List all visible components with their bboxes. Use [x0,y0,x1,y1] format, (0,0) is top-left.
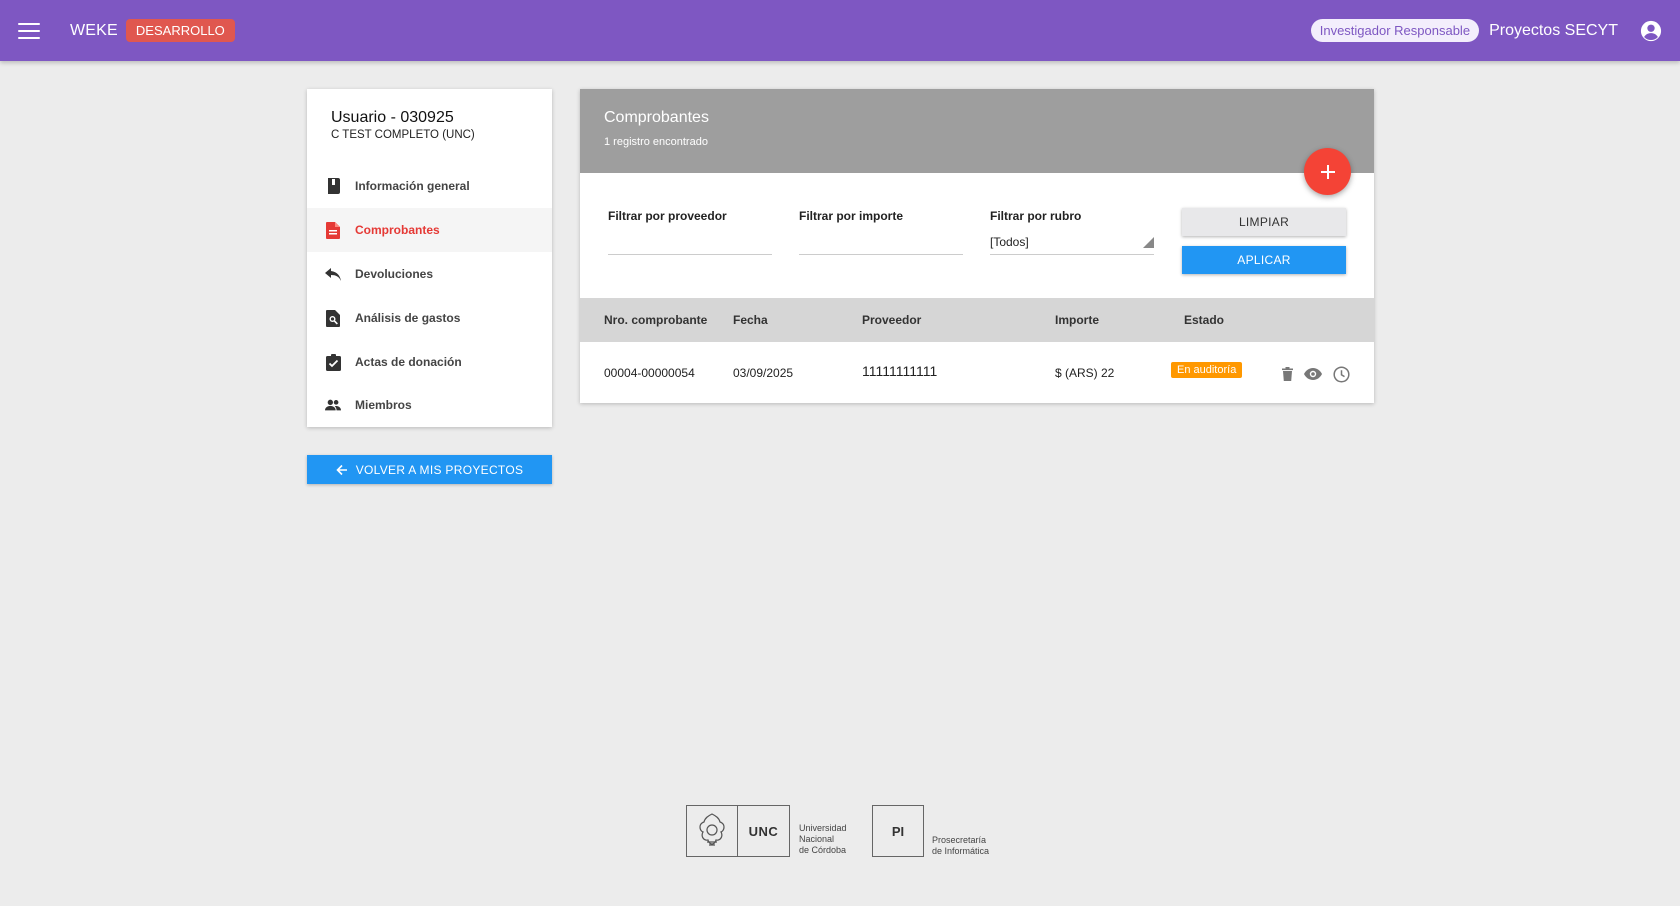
pi-name: Prosecretaría de Informática [932,835,989,857]
cell-date: 03/09/2025 [733,366,794,380]
column-header-amount: Importe [1055,313,1100,327]
column-header-date: Fecha [733,313,768,327]
back-button-label: VOLVER A MIS PROYECTOS [355,462,524,477]
unc-seal-icon [686,805,738,857]
back-to-projects-button[interactable]: VOLVER A MIS PROYECTOS [307,455,552,484]
arrow-left-icon [336,464,347,475]
unc-abbr-box: UNC [737,805,790,857]
document-icon [325,221,341,239]
apply-filters-button[interactable]: APLICAR [1182,246,1346,274]
column-header-number: Nro. comprobante [604,313,708,327]
status-badge: En auditoría [1171,362,1243,378]
category-filter-label: Filtrar por rubro [990,209,1082,223]
role-chip[interactable]: Investigador Responsable [1310,19,1480,42]
column-header-status: Estado [1184,313,1225,327]
unc-name-line-3: de Córdoba [799,845,847,855]
unc-name-line-2: Nacional [799,834,835,844]
pi-name-line-1: Prosecretaría [932,835,987,845]
sidebar-item-label: Información general [355,179,470,193]
category-filter: Filtrar por rubro [Todos] [990,209,1154,255]
card-header: Comprobantes 1 registro encontrado [580,89,1374,173]
menu-icon[interactable] [18,22,40,39]
column-header-provider: Proveedor [862,313,922,327]
view-icon[interactable] [1303,364,1323,384]
amount-filter: Filtrar por importe [799,209,963,255]
reply-icon [325,266,341,282]
amount-filter-input[interactable] [799,229,963,255]
provider-filter: Filtrar por proveedor [608,209,772,255]
pi-name-line-2: de Informática [932,846,990,856]
people-icon [325,397,341,413]
add-comprobante-button[interactable] [1304,148,1351,195]
history-icon[interactable] [1331,364,1351,384]
delete-icon[interactable] [1277,364,1297,384]
sidebar-item-informacion-general[interactable]: Información general [307,164,552,208]
comprobantes-card: Comprobantes 1 registro encontrado Filtr… [580,89,1374,403]
sidebar-item-label: Análisis de gastos [355,311,461,325]
provider-filter-label: Filtrar por proveedor [608,209,727,223]
account-icon[interactable] [1640,20,1662,42]
sidebar-item-actas-de-donacion[interactable]: Actas de donación [307,340,552,384]
provider-filter-input[interactable] [608,229,772,255]
cell-provider: 11111111111 [862,363,938,379]
pi-abbr: PI [891,823,905,839]
sidebar-item-comprobantes[interactable]: Comprobantes [307,208,552,252]
sidebar-item-devoluciones[interactable]: Devoluciones [307,252,552,296]
sidebar-item-analisis-de-gastos[interactable]: Análisis de gastos [307,296,552,340]
environment-badge: DESARROLLO [125,19,235,42]
plus-icon [1320,164,1335,179]
project-name: Proyectos SECYT [1489,21,1618,39]
topbar-right: Investigador Responsable Proyectos SECYT [1310,19,1662,42]
unc-name-line-1: Universidad [799,823,847,833]
project-sidebar: Usuario - 030925 C TEST COMPLETO (UNC) I… [307,89,552,427]
table-row[interactable]: 00004-00000054 03/09/2025 11111111111 $ … [580,342,1374,403]
unc-abbr: UNC [748,823,779,839]
cell-amount: $ (ARS) 22 [1055,366,1115,380]
category-select-value: [Todos] [990,234,1029,249]
sidebar-item-label: Actas de donación [355,355,462,369]
sidebar-item-label: Devoluciones [355,267,434,281]
amount-filter-label: Filtrar por importe [799,209,904,223]
sidebar-item-label: Miembros [355,398,412,412]
sidebar-item-label: Comprobantes [355,223,440,237]
records-count: 1 registro encontrado [604,136,708,148]
table-header: Nro. comprobante Fecha Proveedor Importe… [580,298,1374,342]
find-in-page-icon [325,309,341,327]
top-app-bar: WEKE DESARROLLO Investigador Responsable… [0,0,1680,61]
footer-logos: UNC Universidad Nacional de Córdoba PI P… [686,805,996,857]
card-title: Comprobantes [604,109,709,126]
select-arrow-icon [1143,237,1154,248]
sidebar-item-miembros[interactable]: Miembros [307,383,552,427]
unc-name: Universidad Nacional de Córdoba [799,823,847,856]
pi-abbr-box: PI [872,805,924,857]
cell-number: 00004-00000054 [604,366,695,380]
clear-filters-button[interactable]: LIMPIAR [1182,208,1346,236]
assignment-check-icon [325,353,341,371]
app-name: WEKE [70,21,118,39]
user-subtitle: C TEST COMPLETO (UNC) [331,129,475,141]
user-title: Usuario - 030925 [331,109,454,126]
book-icon [325,178,341,194]
category-select[interactable]: [Todos] [990,229,1154,255]
